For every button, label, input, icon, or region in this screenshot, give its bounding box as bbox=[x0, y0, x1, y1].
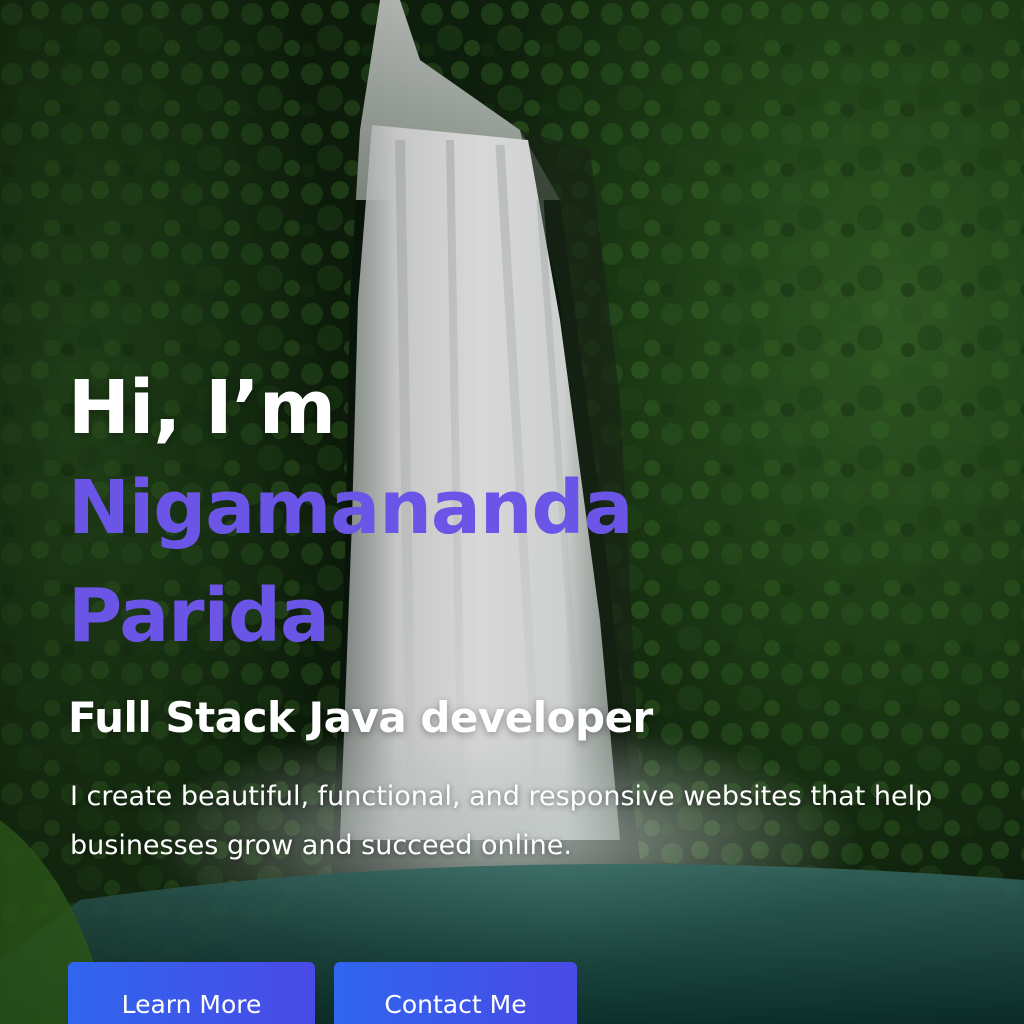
role-subtitle: Full Stack Java developer bbox=[68, 693, 653, 742]
contact-me-button[interactable]: Contact Me bbox=[334, 962, 577, 1024]
hero-content: Hi, I’m Nigamananda Parida Full Stack Ja… bbox=[68, 362, 968, 870]
name-heading: Nigamananda Parida bbox=[68, 465, 633, 659]
learn-more-button[interactable]: Learn More bbox=[68, 962, 315, 1024]
cta-buttons: Learn More Contact Me bbox=[68, 962, 577, 1024]
greeting-heading: Hi, I’m bbox=[68, 365, 336, 451]
hero-section: Hi, I’m Nigamananda Parida Full Stack Ja… bbox=[0, 0, 1024, 1024]
tagline-text: I create beautiful, functional, and resp… bbox=[70, 781, 933, 861]
